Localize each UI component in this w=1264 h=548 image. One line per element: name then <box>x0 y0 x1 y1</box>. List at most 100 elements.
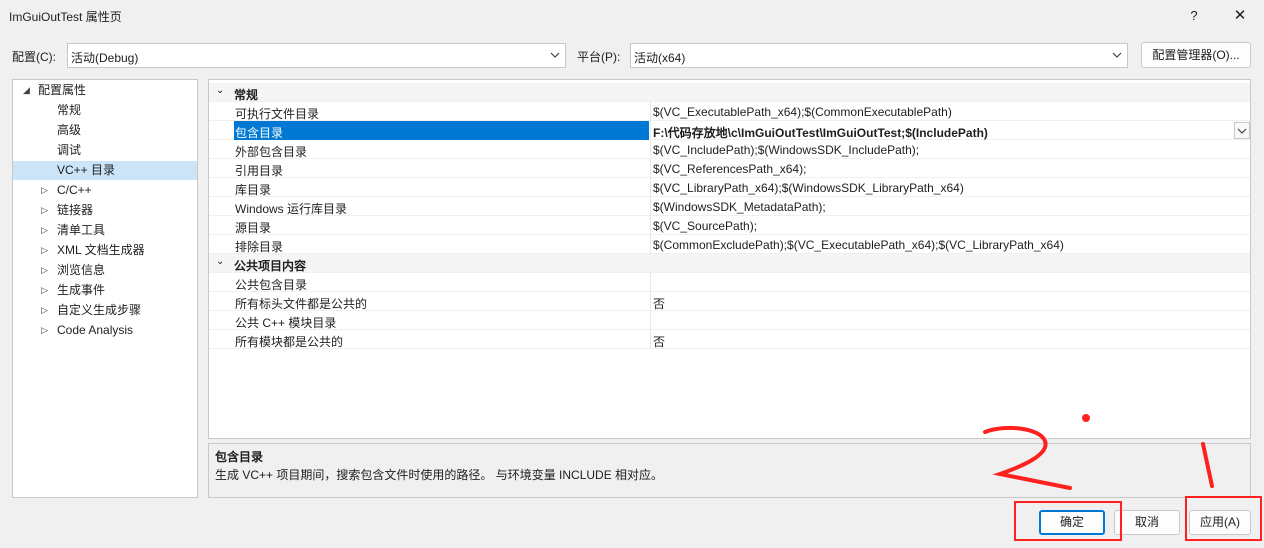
property-name: Windows 运行库目录 <box>235 202 348 216</box>
property-value[interactable]: $(VC_LibraryPath_x64);$(WindowsSDK_Libra… <box>653 181 964 195</box>
property-value[interactable]: $(WindowsSDK_MetadataPath); <box>653 200 826 214</box>
config-label: 配置(C): <box>12 50 56 64</box>
collapsed-triangle-icon[interactable]: ▷ <box>41 281 48 300</box>
tree-item[interactable]: ▷ 链接器 <box>13 201 197 220</box>
column-divider <box>650 311 651 330</box>
category-label: 常规 <box>234 88 259 102</box>
property-row[interactable]: 库目录 $(VC_LibraryPath_x64);$(WindowsSDK_Li… <box>209 178 1250 197</box>
grid-category[interactable]: ⌄ 公共项目内容 <box>209 254 1250 273</box>
property-name: 公共包含目录 <box>235 278 308 292</box>
platform-label: 平台(P): <box>577 50 621 64</box>
category-label: 公共项目内容 <box>234 259 307 273</box>
column-divider <box>650 235 651 254</box>
title-bar: ImGuiOutTest 属性页 ? ✕ <box>0 0 1264 32</box>
description-text: 生成 VC++ 项目期间，搜索包含文件时使用的路径。 与环境变量 INCLUDE… <box>215 468 664 482</box>
property-name: 包含目录 <box>234 121 649 140</box>
chevron-down-icon <box>1112 52 1122 58</box>
tree-item-label: C/C++ <box>57 183 92 197</box>
tree-item[interactable]: ▷ 清单工具 <box>13 221 197 240</box>
tree-item[interactable]: ▷ 浏览信息 <box>13 261 197 280</box>
property-row[interactable]: Windows 运行库目录 $(WindowsSDK_MetadataPath); <box>209 197 1250 216</box>
property-row[interactable]: 所有模块都是公共的 否 <box>209 330 1250 349</box>
property-row[interactable]: 外部包含目录 $(VC_IncludePath);$(WindowsSDK_Inc… <box>209 140 1250 159</box>
property-row[interactable]: 源目录 $(VC_SourcePath); <box>209 216 1250 235</box>
property-value[interactable]: 否 <box>653 295 665 312</box>
tree-item[interactable]: ▷ 自定义生成步骤 <box>13 301 197 320</box>
collapse-chevron-icon[interactable]: ⌄ <box>216 256 224 267</box>
apply-button[interactable]: 应用(A) <box>1189 510 1251 535</box>
property-row[interactable]: 排除目录 $(CommonExcludePath);$(VC_Executable… <box>209 235 1250 254</box>
expanded-triangle-icon[interactable]: ◢ <box>23 81 30 100</box>
platform-value: 活动(x64) <box>634 51 686 65</box>
collapsed-triangle-icon[interactable]: ▷ <box>41 261 48 280</box>
tree-item-label: VC++ 目录 <box>57 163 116 177</box>
config-dropdown[interactable]: 活动(Debug) <box>67 43 566 68</box>
column-divider <box>650 197 651 216</box>
tree-item-label: 常规 <box>57 103 82 117</box>
property-value[interactable]: F:\代码存放地\c\ImGuiOutTest\ImGuiOutTest;$(I… <box>653 124 988 141</box>
configuration-manager-button[interactable]: 配置管理器(O)... <box>1141 42 1251 68</box>
close-button[interactable]: ✕ <box>1228 4 1252 28</box>
property-row[interactable]: 引用目录 $(VC_ReferencesPath_x64); <box>209 159 1250 178</box>
property-grid: ⌄ 常规可执行文件目录 $(VC_ExecutablePath_x64);$(Com… <box>208 79 1251 439</box>
column-divider <box>650 140 651 159</box>
tree-item[interactable]: ◢ 配置属性 <box>13 81 197 100</box>
collapsed-triangle-icon[interactable]: ▷ <box>41 181 48 200</box>
property-value[interactable]: $(VC_ExecutablePath_x64);$(CommonExecuta… <box>653 105 952 119</box>
tree-item[interactable]: ▷ C/C++ <box>13 181 197 200</box>
platform-dropdown[interactable]: 活动(x64) <box>630 43 1128 68</box>
property-row[interactable]: 公共包含目录 <box>209 273 1250 292</box>
ok-button[interactable]: 确定 <box>1039 510 1105 535</box>
tree-item[interactable]: 常规 <box>13 101 197 120</box>
chevron-down-icon <box>1237 128 1247 134</box>
property-row[interactable]: 包含目录 F:\代码存放地\c\ImGuiOutTest\ImGuiOutTest… <box>209 121 1250 140</box>
collapsed-triangle-icon[interactable]: ▷ <box>41 221 48 240</box>
tree-item-label: XML 文档生成器 <box>57 243 145 257</box>
tree-item-label: 链接器 <box>57 203 94 217</box>
tree-item-label: 生成事件 <box>57 283 106 297</box>
description-panel: 包含目录 生成 VC++ 项目期间，搜索包含文件时使用的路径。 与环境变量 IN… <box>208 443 1251 498</box>
property-row[interactable]: 公共 C++ 模块目录 <box>209 311 1250 330</box>
column-divider <box>650 273 651 292</box>
tree-item[interactable]: 高级 <box>13 121 197 140</box>
tree-item[interactable]: 调试 <box>13 141 197 160</box>
column-divider <box>650 121 651 140</box>
tree-item[interactable]: VC++ 目录 <box>13 161 197 180</box>
collapsed-triangle-icon[interactable]: ▷ <box>41 201 48 220</box>
property-name: 可执行文件目录 <box>235 107 320 121</box>
chevron-down-icon <box>550 52 560 58</box>
tree-item-label: 调试 <box>57 143 82 157</box>
value-dropdown-button[interactable] <box>1234 122 1250 139</box>
column-divider <box>650 292 651 311</box>
collapsed-triangle-icon[interactable]: ▷ <box>41 321 48 340</box>
column-divider <box>650 159 651 178</box>
tree-item-label: 清单工具 <box>57 223 106 237</box>
property-value[interactable]: $(CommonExcludePath);$(VC_ExecutablePath… <box>653 238 1064 252</box>
property-name: 所有标头文件都是公共的 <box>235 297 368 311</box>
property-name: 库目录 <box>235 183 272 197</box>
collapsed-triangle-icon[interactable]: ▷ <box>41 241 48 260</box>
property-value[interactable]: $(VC_SourcePath); <box>653 219 757 233</box>
config-value: 活动(Debug) <box>71 51 139 65</box>
help-button[interactable]: ? <box>1182 4 1206 28</box>
property-row[interactable]: 可执行文件目录 $(VC_ExecutablePath_x64);$(Common… <box>209 102 1250 121</box>
property-value[interactable]: 否 <box>653 333 665 350</box>
collapse-chevron-icon[interactable]: ⌄ <box>216 85 224 96</box>
tree-item[interactable]: ▷ XML 文档生成器 <box>13 241 197 260</box>
property-value[interactable]: $(VC_IncludePath);$(WindowsSDK_IncludePa… <box>653 143 919 157</box>
property-name: 外部包含目录 <box>235 145 308 159</box>
property-value[interactable]: $(VC_ReferencesPath_x64); <box>653 162 806 176</box>
description-title: 包含目录 <box>215 450 264 464</box>
property-name: 排除目录 <box>235 240 284 254</box>
window-title: ImGuiOutTest 属性页 <box>9 10 122 24</box>
column-divider <box>650 330 651 349</box>
grid-category[interactable]: ⌄ 常规 <box>209 83 1250 102</box>
property-row[interactable]: 所有标头文件都是公共的 否 <box>209 292 1250 311</box>
collapsed-triangle-icon[interactable]: ▷ <box>41 301 48 320</box>
property-tree: ◢ 配置属性常规高级调试 VC++ 目录 ▷ C/C++ ▷ 链接器 ▷ 清单工具 ▷ XML 文档… <box>12 79 198 498</box>
tree-item[interactable]: ▷ 生成事件 <box>13 281 197 300</box>
tree-item-label: 配置属性 <box>38 83 87 97</box>
tree-item-label: 自定义生成步骤 <box>57 303 142 317</box>
cancel-button[interactable]: 取消 <box>1114 510 1180 535</box>
tree-item[interactable]: ▷ Code Analysis <box>13 321 197 340</box>
